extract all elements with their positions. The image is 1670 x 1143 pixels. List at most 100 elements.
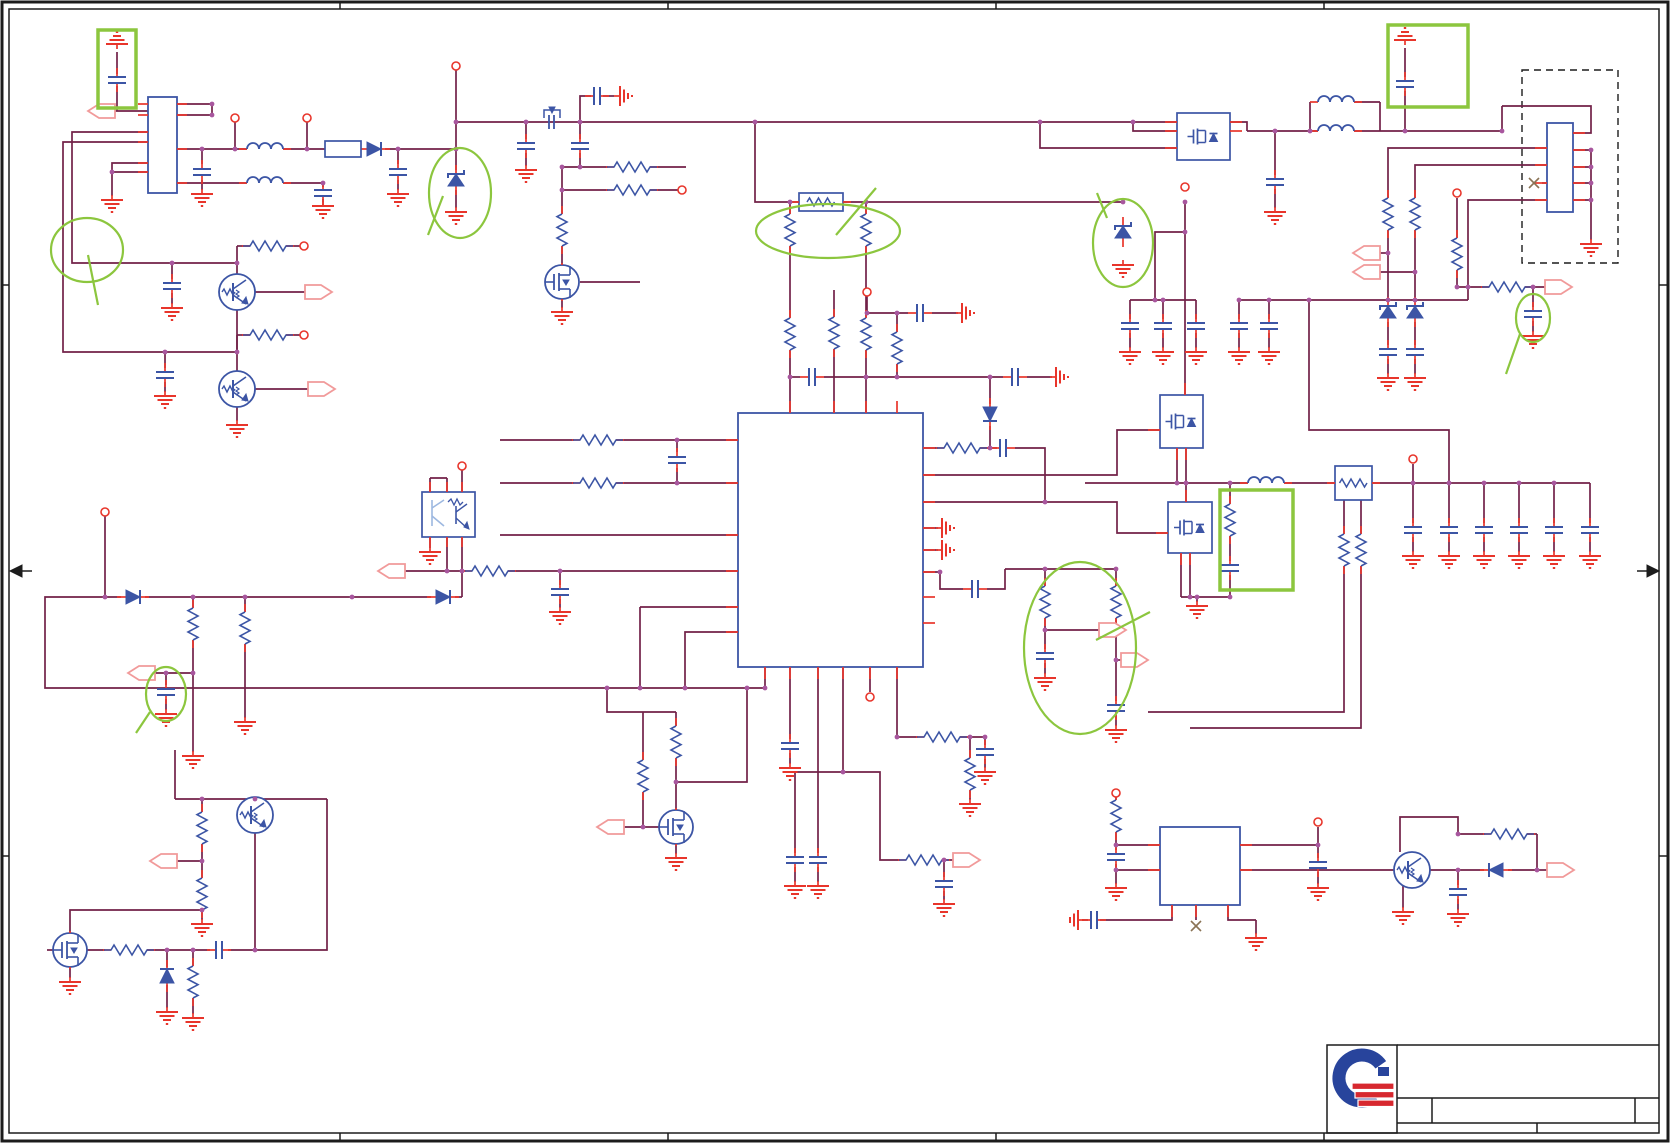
mosfet-package (1176, 112, 1231, 161)
junction-dot (523, 119, 529, 125)
resistor-symbol (186, 965, 200, 999)
open-terminal (451, 61, 461, 71)
junction-dot (1588, 147, 1594, 153)
junction-dot (1113, 657, 1119, 663)
junction-dot (1236, 297, 1242, 303)
ic-block (1159, 826, 1241, 906)
zener-diode-symbol (1379, 305, 1397, 319)
junction-dot (349, 594, 355, 600)
resistor-symbol (899, 853, 949, 867)
junction-dot (787, 374, 793, 380)
resistor-symbol (195, 811, 209, 845)
resistor-symbol (1109, 585, 1123, 619)
wire (69, 909, 202, 933)
resistor-symbol (195, 877, 209, 911)
ic-block (737, 412, 924, 668)
junction-dot (242, 594, 248, 600)
inductor-symbol (1247, 476, 1285, 484)
diode-symbol (435, 589, 452, 605)
junction-dot (941, 857, 947, 863)
junction-dot (1385, 250, 1391, 256)
inductor-symbol (246, 142, 284, 150)
junction-dot (1152, 297, 1158, 303)
transistor-symbol (218, 370, 256, 408)
optocoupler (421, 491, 476, 538)
junction-dot (674, 437, 680, 443)
zener-diode-symbol (1114, 225, 1132, 239)
resistor-symbol (937, 441, 987, 455)
input-module-block (147, 96, 178, 194)
junction-dot (1588, 197, 1594, 203)
resistor-symbol (1038, 585, 1052, 619)
junction-dot (453, 119, 459, 125)
junction-dot (1227, 594, 1233, 600)
wire (1154, 231, 1185, 300)
wire (1387, 147, 1547, 198)
junction-dot (190, 670, 196, 676)
net-port-arrow-icon (952, 852, 982, 868)
junction-dot (937, 569, 943, 575)
resistor-symbol (890, 331, 904, 365)
junction-dot (1588, 180, 1594, 186)
junction-dot (320, 180, 326, 186)
frame-center-arrow-icon (1646, 564, 1661, 578)
resistor-symbol (1484, 827, 1534, 841)
wire (923, 501, 1168, 534)
junction-dot (840, 769, 846, 775)
open-terminal (677, 185, 687, 195)
transistor-symbol (236, 796, 274, 834)
junction-dot (762, 685, 768, 691)
junction-dot (1516, 480, 1522, 486)
junction-dot (640, 824, 646, 830)
wire (579, 95, 591, 122)
resistor-symbol (238, 611, 252, 645)
junction-dot (1446, 480, 1452, 486)
wire (1148, 566, 1345, 713)
resistor-symbol (1482, 280, 1532, 294)
junction-dot (577, 119, 583, 125)
resistor-symbol (465, 564, 515, 578)
wire (923, 429, 1160, 476)
junction-dot (787, 199, 793, 205)
junction-dot (1174, 480, 1180, 486)
zener-diode-symbol (447, 173, 465, 187)
open-terminal (1452, 188, 1462, 198)
resistor-symbol (1381, 197, 1395, 231)
junction-dot (1385, 297, 1391, 303)
junction-dot (1113, 842, 1119, 848)
resistor-symbol (783, 213, 797, 247)
resistor-symbol (607, 183, 657, 197)
wire (1039, 122, 1177, 149)
net-port-arrow-icon (376, 563, 406, 579)
resistor-symbol (104, 943, 154, 957)
junction-dot (234, 349, 240, 355)
junction-dot (234, 260, 240, 266)
net-port-arrow-icon (148, 853, 178, 869)
junction-dot (1113, 867, 1119, 873)
resistor-symbol (783, 317, 797, 351)
junction-dot (894, 734, 900, 740)
resistor-symbol (827, 316, 841, 350)
wire (1399, 816, 1459, 852)
junction-dot (1272, 128, 1278, 134)
net-port-arrow-icon (1546, 862, 1576, 878)
resistor-symbol (917, 730, 967, 744)
schematic-canvas[interactable] (0, 0, 1670, 1143)
annotation-ellipse (1022, 560, 1138, 736)
junction-dot (1530, 284, 1536, 290)
junction-dot (1187, 594, 1193, 600)
component-box (324, 140, 362, 158)
junction-dot (304, 146, 310, 152)
junction-dot (1402, 128, 1408, 134)
junction-dot (894, 310, 900, 316)
open-terminal (100, 507, 110, 517)
resistor-symbol (243, 328, 293, 342)
junction-dot (162, 349, 168, 355)
junction-dot (209, 101, 215, 107)
junction-dot (1481, 480, 1487, 486)
junction-dot (1307, 128, 1313, 134)
resistor-symbol (573, 433, 623, 447)
wire (1100, 905, 1173, 921)
junction-dot (1160, 297, 1166, 303)
junction-dot (1182, 199, 1188, 205)
